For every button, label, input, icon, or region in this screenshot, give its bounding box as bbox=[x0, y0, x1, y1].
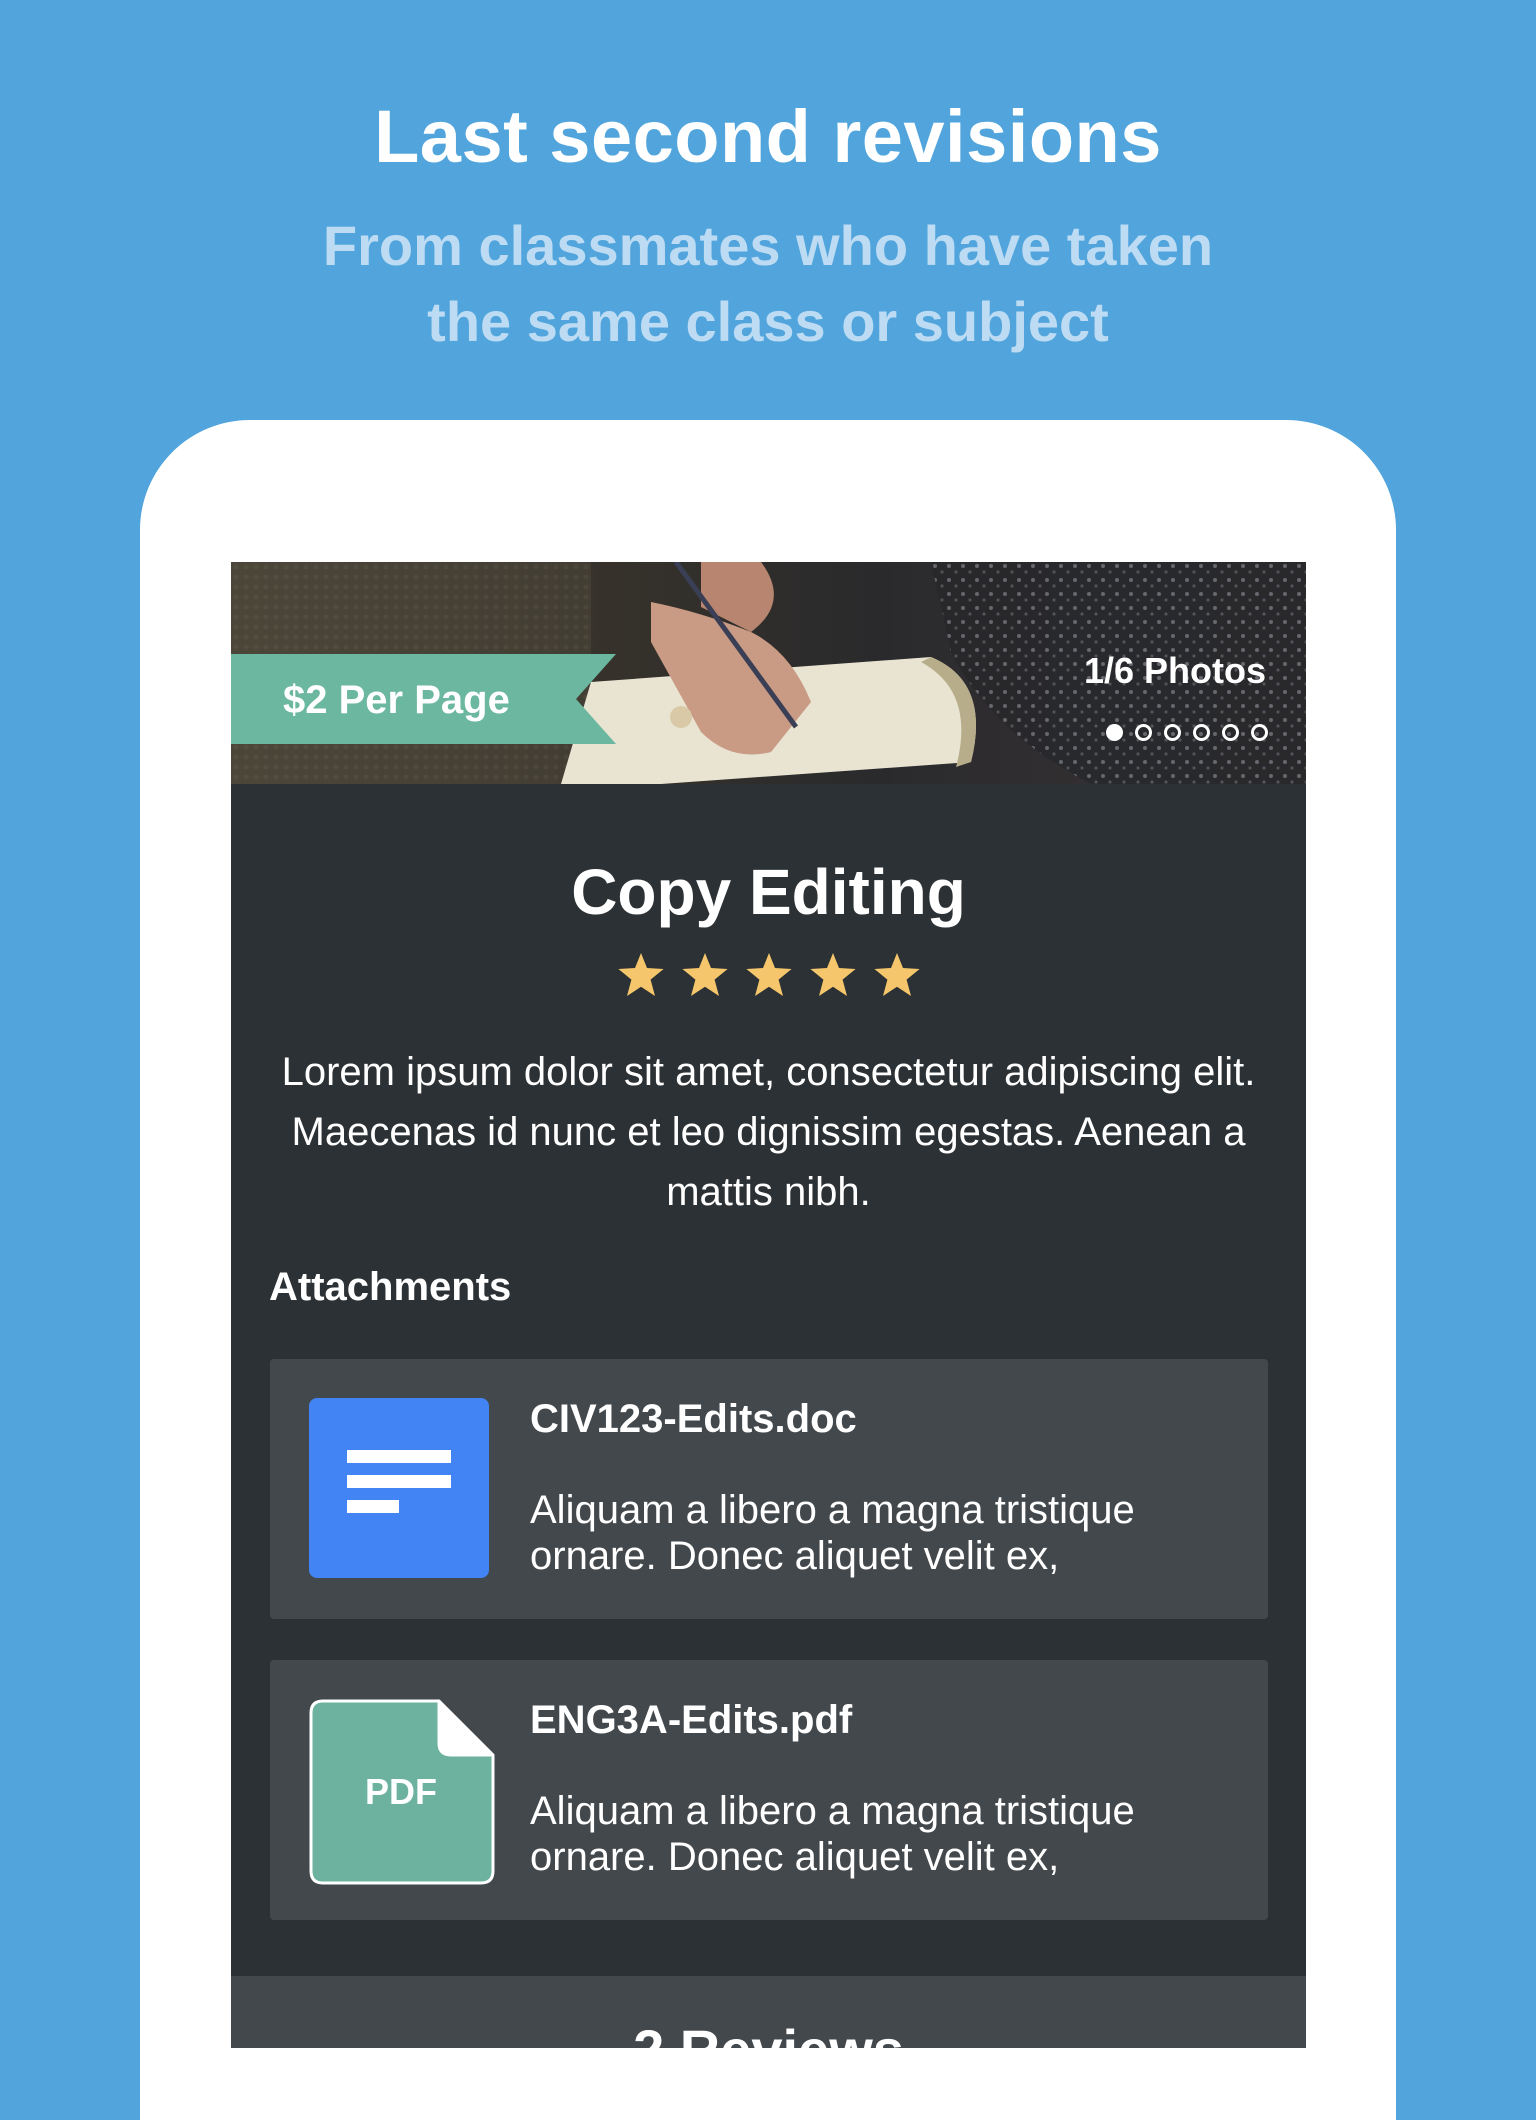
promo-subline-line-1: From classmates who have taken bbox=[322, 214, 1214, 277]
attachment-description: Aliquam a libero a magna tristique ornar… bbox=[530, 1488, 1135, 1578]
photo-counter: 1/6 Photos bbox=[1083, 650, 1266, 691]
star-icon bbox=[809, 953, 856, 996]
attachment-item[interactable]: PDF ENG3A-Edits.pdf Aliquam a libero a m… bbox=[270, 1660, 1268, 1920]
pdf-icon-label: PDF bbox=[365, 1771, 437, 1812]
google-doc-icon bbox=[309, 1398, 489, 1583]
carousel-dot[interactable] bbox=[1135, 724, 1152, 741]
photo-carousel[interactable]: $2 Per Page 1/6 Photos bbox=[231, 562, 1306, 784]
star-icon bbox=[873, 953, 920, 996]
price-tag: $2 Per Page bbox=[283, 678, 510, 722]
attachment-description: Aliquam a libero a magna tristique ornar… bbox=[530, 1789, 1135, 1879]
listing-description: Lorem ipsum dolor sit amet, consectetur … bbox=[281, 1050, 1256, 1214]
listing-title: Copy Editing bbox=[571, 856, 966, 928]
attachment-item[interactable]: CIV123-Edits.doc Aliquam a libero a magn… bbox=[270, 1359, 1268, 1619]
attachment-name[interactable]: CIV123-Edits.doc bbox=[530, 1389, 857, 1449]
reviews-count: 2 Reviews bbox=[231, 2020, 1306, 2049]
attachments-heading: Attachments bbox=[269, 1265, 512, 1309]
star-icon bbox=[681, 953, 728, 996]
attachment-name[interactable]: ENG3A-Edits.pdf bbox=[530, 1690, 852, 1750]
promo-subline: From classmates who have taken the same … bbox=[0, 208, 1536, 360]
carousel-dot[interactable] bbox=[1251, 724, 1268, 741]
carousel-dot[interactable] bbox=[1222, 724, 1239, 741]
star-rating bbox=[231, 952, 1306, 998]
pdf-file-icon: PDF bbox=[309, 1699, 495, 1890]
carousel-dot[interactable] bbox=[1106, 724, 1123, 741]
carousel-dot[interactable] bbox=[1193, 724, 1210, 741]
carousel-dot[interactable] bbox=[1164, 724, 1181, 741]
carousel-dots bbox=[1106, 724, 1268, 741]
promo-subline-line-2: the same class or subject bbox=[427, 290, 1109, 353]
star-icon bbox=[617, 953, 664, 996]
price-ribbon: $2 Per Page bbox=[231, 654, 616, 744]
reviews-section-header[interactable]: 2 Reviews bbox=[231, 1976, 1306, 2048]
promo-headline: Last second revisions bbox=[374, 95, 1162, 178]
app-screen: $2 Per Page 1/6 Photos Copy Editing Lore… bbox=[231, 562, 1306, 2048]
star-icon bbox=[745, 953, 792, 996]
